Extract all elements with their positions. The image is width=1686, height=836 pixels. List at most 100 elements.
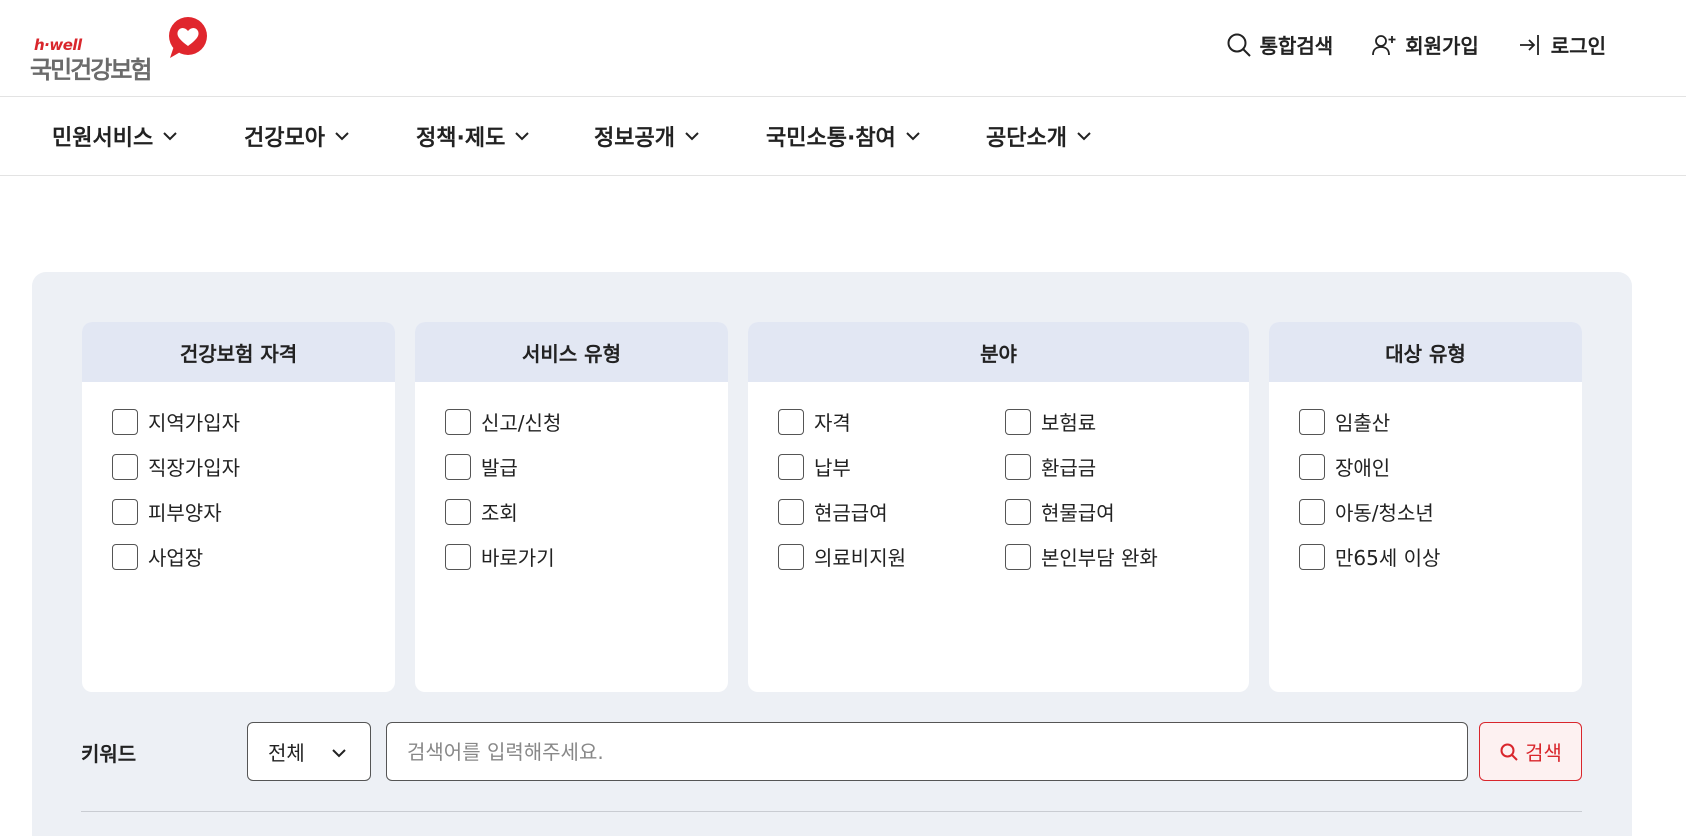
checkbox[interactable]: [1005, 453, 1031, 480]
checkbox-option[interactable]: 발급: [445, 453, 728, 480]
checkbox-option[interactable]: 본인부담 완화: [1005, 543, 1232, 570]
checkbox[interactable]: [1299, 498, 1325, 525]
nav-item-policy[interactable]: 정책·제도: [416, 120, 594, 152]
filter-panel-title: 분야: [748, 322, 1249, 382]
chevron-down-icon: [685, 132, 699, 141]
nav-item-label: 정책·제도: [416, 126, 506, 151]
filter-panel-service-type: 서비스 유형 신고/신청 발급 조회 바로가기: [415, 322, 728, 692]
checkbox-option[interactable]: 보험료: [1005, 408, 1232, 435]
option-label: 장애인: [1335, 456, 1391, 480]
chevron-down-icon: [515, 132, 530, 141]
filter-panel-field: 분야 자격 보험료 납부 환급금 현금급여 현물급여 의료비지원 본인부담 완화: [748, 322, 1249, 692]
search-scope-select[interactable]: 전체: [247, 722, 371, 781]
nav-item-communication[interactable]: 국민소통·참여: [766, 120, 986, 152]
option-label: 현금급여: [814, 501, 888, 525]
site-logo[interactable]: h·well 국민건강보험: [30, 16, 210, 84]
checkbox[interactable]: [1299, 543, 1325, 570]
option-label: 발급: [481, 456, 518, 480]
checkbox[interactable]: [445, 498, 471, 525]
nav-item-label: 민원서비스: [52, 126, 154, 151]
checkbox[interactable]: [112, 543, 138, 570]
checkbox[interactable]: [778, 498, 804, 525]
checkbox-option[interactable]: 사업장: [112, 543, 395, 570]
option-label: 본인부담 완화: [1041, 546, 1158, 570]
checkbox-option[interactable]: 아동/청소년: [1299, 498, 1582, 525]
checkbox-option[interactable]: 임출산: [1299, 408, 1582, 435]
login-link[interactable]: 로그인: [1517, 30, 1606, 59]
search-icon: [1500, 743, 1518, 761]
option-label: 지역가입자: [148, 411, 240, 435]
integrated-search-link[interactable]: 통합검색: [1226, 30, 1334, 59]
option-label: 임출산: [1335, 411, 1391, 435]
option-label: 바로가기: [481, 546, 555, 570]
option-label: 보험료: [1041, 411, 1097, 435]
checkbox[interactable]: [778, 408, 804, 435]
checkbox-option[interactable]: 현금급여: [778, 498, 1005, 525]
filter-panel-title: 건강보험 자격: [82, 322, 395, 382]
signup-label: 회원가입: [1405, 34, 1479, 58]
checkbox[interactable]: [445, 453, 471, 480]
option-label: 자격: [814, 411, 851, 435]
chevron-down-icon: [335, 132, 349, 141]
nav-item-label: 공단소개: [986, 126, 1067, 151]
option-label: 피부양자: [148, 501, 222, 525]
checkbox[interactable]: [1005, 408, 1031, 435]
checkbox-option[interactable]: 조회: [445, 498, 728, 525]
chevron-down-icon: [332, 749, 346, 758]
checkbox[interactable]: [112, 453, 138, 480]
checkbox-option[interactable]: 바로가기: [445, 543, 728, 570]
search-button-label: 검색: [1525, 741, 1562, 765]
divider: [81, 811, 1582, 812]
checkbox-option[interactable]: 만65세 이상: [1299, 543, 1582, 570]
nav-item-label: 건강모아: [244, 126, 325, 151]
nav-item-label: 국민소통·참여: [766, 126, 896, 151]
checkbox-option[interactable]: 지역가입자: [112, 408, 395, 435]
checkbox[interactable]: [1005, 543, 1031, 570]
checkbox[interactable]: [445, 408, 471, 435]
option-label: 의료비지원: [814, 546, 906, 570]
option-label: 조회: [481, 501, 518, 525]
checkbox[interactable]: [112, 498, 138, 525]
nav-item-disclosure[interactable]: 정보공개: [594, 120, 766, 152]
checkbox[interactable]: [1299, 453, 1325, 480]
checkbox[interactable]: [778, 543, 804, 570]
checkbox-option[interactable]: 환급금: [1005, 453, 1232, 480]
checkbox-option[interactable]: 현물급여: [1005, 498, 1232, 525]
option-label: 현물급여: [1041, 501, 1115, 525]
checkbox-option[interactable]: 납부: [778, 453, 1005, 480]
checkbox[interactable]: [1005, 498, 1031, 525]
checkbox-option[interactable]: 직장가입자: [112, 453, 395, 480]
checkbox-option[interactable]: 신고/신청: [445, 408, 728, 435]
chevron-down-icon: [906, 132, 920, 141]
checkbox-option[interactable]: 피부양자: [112, 498, 395, 525]
filter-panel-title: 대상 유형: [1269, 322, 1582, 382]
option-label: 환급금: [1041, 456, 1097, 480]
keyword-label: 키워드: [81, 742, 137, 766]
nav-item-label: 정보공개: [594, 126, 675, 151]
nav-item-about[interactable]: 공단소개: [986, 120, 1146, 152]
filter-panel-eligibility: 건강보험 자격 지역가입자 직장가입자 피부양자 사업장: [82, 322, 395, 692]
login-label: 로그인: [1550, 34, 1606, 58]
logo-brand-main: 국민건강보험: [30, 56, 152, 84]
heart-logo-icon: [169, 17, 207, 58]
option-label: 만65세 이상: [1335, 546, 1441, 570]
checkbox-option[interactable]: 의료비지원: [778, 543, 1005, 570]
utility-menu: 통합검색 회원가입 로그인: [1226, 30, 1606, 59]
signup-link[interactable]: 회원가입: [1371, 30, 1479, 59]
keyword-search-input[interactable]: [386, 722, 1468, 781]
checkbox[interactable]: [445, 543, 471, 570]
nav-item-civil-service[interactable]: 민원서비스: [52, 120, 244, 152]
main-navigation: 민원서비스 건강모아 정책·제도 정보공개 국민소통·참여 공단소개: [0, 98, 1686, 176]
option-label: 직장가입자: [148, 456, 240, 480]
checkbox[interactable]: [1299, 408, 1325, 435]
filter-panel-title: 서비스 유형: [415, 322, 728, 382]
search-button[interactable]: 검색: [1479, 722, 1582, 781]
option-label: 납부: [814, 456, 851, 480]
nav-item-health-moa[interactable]: 건강모아: [244, 120, 416, 152]
checkbox[interactable]: [112, 408, 138, 435]
checkbox-option[interactable]: 자격: [778, 408, 1005, 435]
chevron-down-icon: [163, 132, 177, 141]
checkbox[interactable]: [778, 453, 804, 480]
checkbox-option[interactable]: 장애인: [1299, 453, 1582, 480]
integrated-search-label: 통합검색: [1259, 34, 1334, 58]
